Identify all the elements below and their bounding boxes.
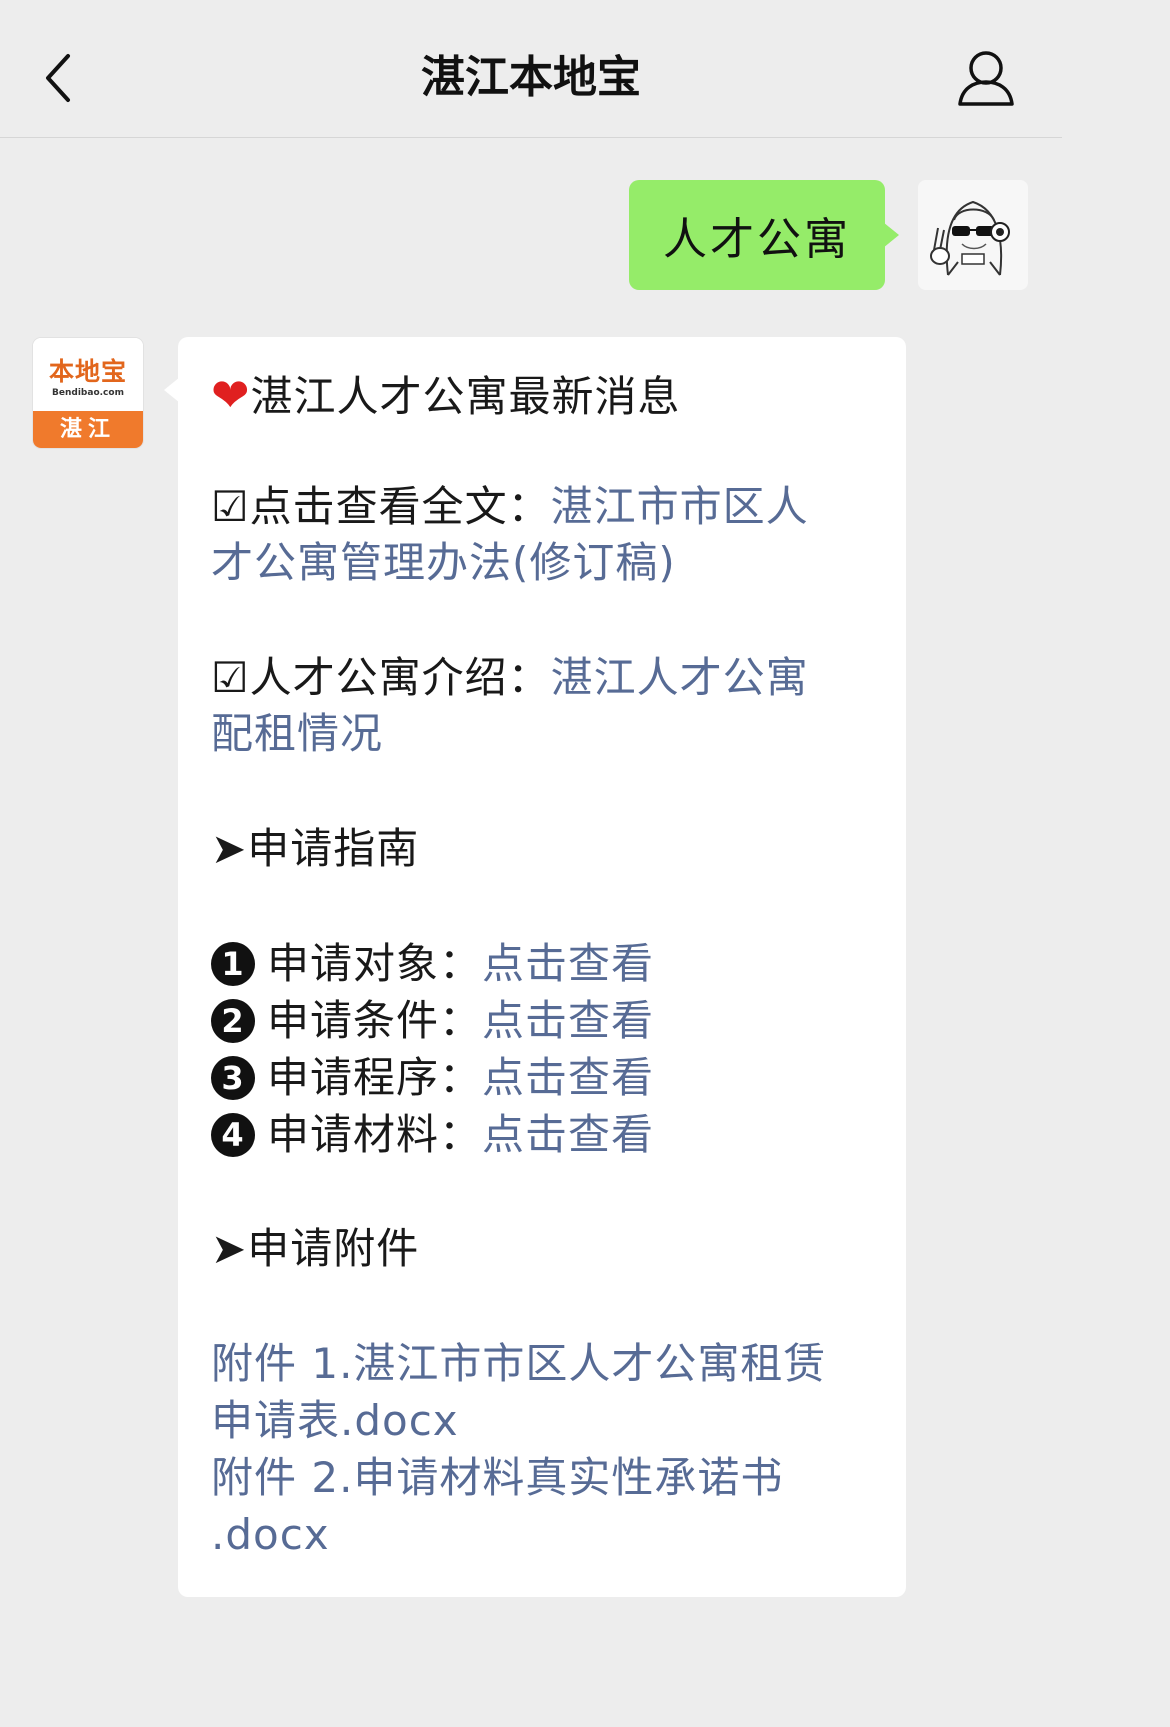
full-text-link[interactable]: 湛江市市区人: [551, 482, 809, 531]
full-text-link-continued[interactable]: 才公寓管理办法(修订稿): [211, 538, 676, 587]
guide-item-link[interactable]: 点击查看: [482, 1053, 654, 1102]
heading-text: 湛江人才公寓最新消息: [250, 372, 681, 421]
intro-row: ☑人才公寓介绍：湛江人才公寓: [211, 650, 809, 706]
guide-item: 1 申请对象：点击查看: [211, 936, 654, 992]
number-badge-4: 4: [211, 1112, 255, 1157]
guide-item-link[interactable]: 点击查看: [482, 996, 654, 1045]
number-badge-2: 2: [211, 998, 255, 1043]
guide-item-label: 申请程序：: [267, 1053, 483, 1102]
attachment-link-1[interactable]: 附件 1.湛江市市区人才公寓租赁: [211, 1336, 826, 1392]
user-avatar[interactable]: [918, 180, 1028, 290]
avatar-domain-text: Bendibao.com: [52, 388, 124, 398]
user-message-text: 人才公寓: [663, 214, 851, 265]
avatar-logo-text: 本地宝: [48, 357, 127, 386]
guide-item: 3 申请程序：点击查看: [211, 1050, 654, 1106]
heart-icon: ❤: [211, 368, 251, 422]
full-text-prefix: ☑点击查看全文：: [211, 482, 551, 531]
number-badge-1: 1: [211, 941, 255, 986]
guide-item: 2 申请条件：点击查看: [211, 993, 654, 1049]
guide-item: 4 申请材料：点击查看: [211, 1107, 654, 1163]
message-heading: ❤湛江人才公寓最新消息: [211, 367, 681, 425]
top-nav-bar: 湛江本地宝: [0, 0, 1062, 138]
guide-item-label: 申请材料：: [267, 1110, 483, 1159]
user-icon[interactable]: [950, 44, 1022, 116]
attachment-link-2[interactable]: 附件 2.申请材料真实性承诺书: [211, 1450, 783, 1506]
bot-message-bubble: ❤湛江人才公寓最新消息 ☑点击查看全文：湛江市市区人 才公寓管理办法(修订稿) …: [164, 337, 906, 1597]
guide-item-link[interactable]: 点击查看: [482, 939, 654, 988]
user-message-bubble[interactable]: 人才公寓: [629, 180, 899, 290]
intro-link-continued[interactable]: 配租情况: [211, 709, 383, 758]
bendibao-avatar[interactable]: 本地宝 Bendibao.com 湛江: [33, 338, 143, 448]
intro-row-2: 配租情况: [211, 706, 383, 762]
attachments-heading: ➤申请附件: [211, 1224, 420, 1273]
full-text-row-2: 才公寓管理办法(修订稿): [211, 535, 676, 591]
full-text-row: ☑点击查看全文：湛江市市区人: [211, 479, 809, 535]
avatar-city-text: 湛江: [33, 411, 143, 448]
guide-heading: ➤申请指南: [211, 824, 420, 873]
guide-item-label: 申请对象：: [267, 939, 483, 988]
chat-title: 湛江本地宝: [421, 52, 641, 103]
intro-link[interactable]: 湛江人才公寓: [551, 653, 809, 702]
guide-item-label: 申请条件：: [267, 996, 483, 1045]
attachment-link-2-continued[interactable]: .docx: [211, 1507, 330, 1563]
intro-prefix: ☑人才公寓介绍：: [211, 653, 551, 702]
number-badge-3: 3: [211, 1055, 255, 1100]
guide-item-link[interactable]: 点击查看: [482, 1110, 654, 1159]
attachment-link-1-continued[interactable]: 申请表.docx: [211, 1393, 459, 1449]
